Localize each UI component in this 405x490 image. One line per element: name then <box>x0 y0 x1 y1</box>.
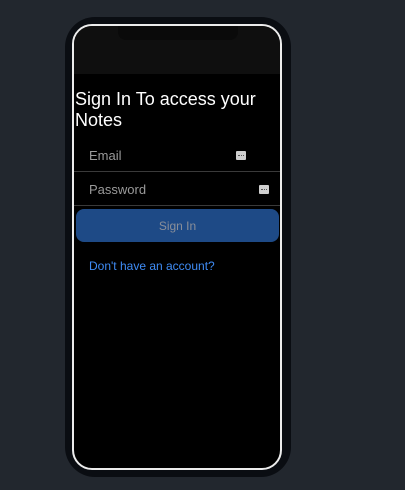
autofill-key-icon[interactable] <box>236 151 246 160</box>
status-bar <box>74 26 280 74</box>
autofill-key-icon[interactable] <box>259 185 269 194</box>
page-title: Sign In To access your Notes <box>75 89 256 130</box>
email-field <box>74 139 280 172</box>
phone-screen: Sign In To access your Notes Sign In Don… <box>72 24 282 470</box>
email-input[interactable] <box>89 139 239 171</box>
phone-notch <box>118 26 238 40</box>
signup-link[interactable]: Don't have an account? <box>89 259 215 273</box>
password-input[interactable] <box>89 173 239 205</box>
sign-in-button[interactable]: Sign In <box>76 209 279 242</box>
password-field <box>74 173 280 206</box>
